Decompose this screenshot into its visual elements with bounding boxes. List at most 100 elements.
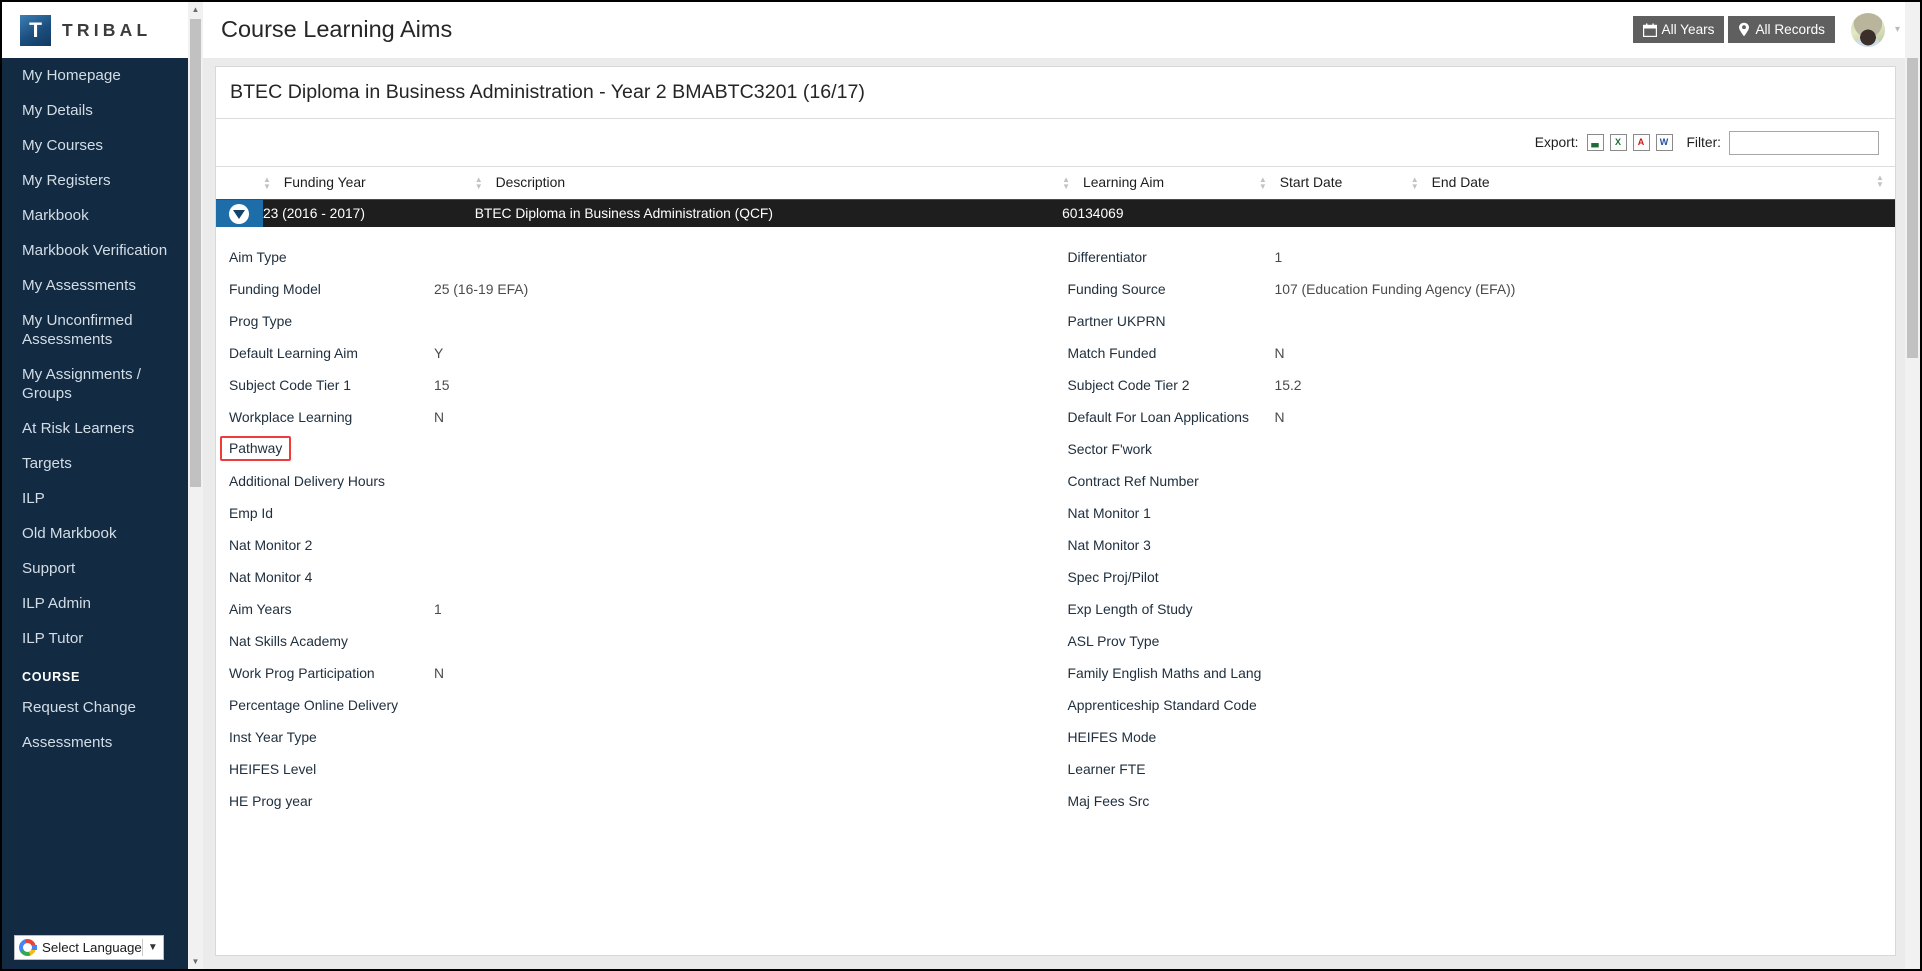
sidebar-item-my-unconfirmed-assessments[interactable]: My Unconfirmed Assessments xyxy=(2,303,188,357)
all-years-button[interactable]: All Years xyxy=(1632,16,1725,43)
sidebar-item-old-markbook[interactable]: Old Markbook xyxy=(2,516,188,551)
main-scrollbar-thumb[interactable] xyxy=(1907,58,1918,358)
detail-field-value: N xyxy=(434,408,445,425)
detail-field-label: Partner UKPRN xyxy=(1067,312,1166,329)
detail-field-label: Subject Code Tier 2 xyxy=(1067,376,1190,393)
row-expander-cell[interactable] xyxy=(216,199,263,227)
all-records-button[interactable]: All Records xyxy=(1728,16,1835,43)
sidebar-scrollbar-thumb[interactable] xyxy=(190,19,201,487)
detail-column-left: Aim Type Funding Model 25 (16-19 EFA) Prog … xyxy=(216,241,1056,817)
detail-field-label: Default Learning Aim xyxy=(229,344,358,361)
sort-icon[interactable]: ▲ ▼ xyxy=(1062,176,1073,191)
map-pin-icon xyxy=(1739,22,1750,37)
detail-field-label: HEIFES Mode xyxy=(1067,728,1157,745)
detail-field-value: 25 (16-19 EFA) xyxy=(434,280,529,297)
detail-field-label: Nat Skills Academy xyxy=(229,632,348,649)
sidebar-item-my-homepage[interactable]: My Homepage xyxy=(2,58,188,93)
detail-field: Inst Year Type xyxy=(216,721,1056,753)
column-label: Start Date xyxy=(1279,174,1343,190)
sidebar: T TRIBAL My Homepage My Details My Courses… xyxy=(2,2,188,969)
chevron-down-icon[interactable]: ▾ xyxy=(1895,24,1900,35)
sidebar-course-list: Request Change Assessments xyxy=(2,690,188,760)
detail-field: Funding Model 25 (16-19 EFA) xyxy=(216,273,1056,305)
scroll-up-arrow-icon[interactable]: ▲ xyxy=(188,2,203,17)
detail-field: Funding Source 107 (Education Funding Age… xyxy=(1056,273,1896,305)
sidebar-item-label: My Details xyxy=(22,102,93,119)
sidebar-scrollbar[interactable]: ▲ ▼ xyxy=(188,2,203,969)
detail-field-label: Learner FTE xyxy=(1067,760,1146,777)
sidebar-item-assessments[interactable]: Assessments xyxy=(2,725,188,760)
sidebar-item-my-details[interactable]: My Details xyxy=(2,93,188,128)
export-excel-icon[interactable]: X xyxy=(1609,134,1627,151)
sidebar-item-label: Markbook Verification xyxy=(22,242,168,259)
filter-input[interactable] xyxy=(1729,130,1879,155)
row-detail-panel: Aim Type Funding Model 25 (16-19 EFA) Prog … xyxy=(216,227,1895,825)
column-label: Funding Year xyxy=(283,174,366,190)
column-learning-aim[interactable]: ▲ ▼ Learning Aim xyxy=(1062,165,1259,201)
export-csv-icon[interactable]: ▃ xyxy=(1586,134,1604,151)
detail-field-label: Emp Id xyxy=(229,504,274,521)
sort-icon[interactable]: ▲ ▼ xyxy=(1259,176,1270,191)
detail-field-label: HEIFES Level xyxy=(229,760,317,777)
detail-field-label: Nat Monitor 1 xyxy=(1067,504,1151,521)
sidebar-item-ilp[interactable]: ILP xyxy=(2,481,188,516)
course-title: BTEC Diploma in Business Administration … xyxy=(230,81,865,103)
grid-header: ▲ ▼ Funding Year ▲ ▼ Description ▲ ▼ Learni… xyxy=(216,165,1895,201)
tribal-logo-text: TRIBAL xyxy=(62,19,152,40)
detail-field: Family English Maths and Lang xyxy=(1056,657,1896,689)
detail-field: Additional Delivery Hours xyxy=(216,465,1056,497)
sort-icon[interactable]: ▲ ▼ xyxy=(1876,174,1887,189)
tribal-logo-mark: T xyxy=(20,14,51,46)
detail-field-label: Subject Code Tier 1 xyxy=(229,376,351,393)
cell-description: BTEC Diploma in Business Administration … xyxy=(474,199,1063,227)
sidebar-item-my-courses[interactable]: My Courses xyxy=(2,128,188,163)
table-row[interactable]: 23 (2016 - 2017) BTEC Diploma in Busines… xyxy=(216,199,1895,227)
detail-field: Subject Code Tier 1 15 xyxy=(216,369,1056,401)
sidebar-item-support[interactable]: Support xyxy=(2,551,188,586)
sort-icon[interactable]: ▲ ▼ xyxy=(263,176,274,191)
detail-field: Workplace Learning N xyxy=(216,401,1056,433)
chevron-down-circle-icon[interactable] xyxy=(229,203,250,224)
sidebar-item-label: Targets xyxy=(22,455,72,472)
chevron-down-icon[interactable]: ▼ xyxy=(143,942,163,953)
column-description[interactable]: ▲ ▼ Description xyxy=(474,165,1063,201)
column-start-date[interactable]: ▲ ▼ Start Date xyxy=(1258,165,1411,201)
sidebar-item-ilp-admin[interactable]: ILP Admin xyxy=(2,586,188,621)
avatar[interactable] xyxy=(1850,12,1885,47)
detail-field: Learner FTE xyxy=(1056,753,1896,785)
column-funding-year[interactable]: ▲ ▼ Funding Year xyxy=(262,165,475,201)
sidebar-item-my-assignments-groups[interactable]: My Assignments / Groups xyxy=(2,357,188,411)
column-label: Learning Aim xyxy=(1082,174,1165,190)
detail-field-label: Sector F'work xyxy=(1067,440,1152,457)
sidebar-item-my-assessments[interactable]: My Assessments xyxy=(2,268,188,303)
sidebar-item-label: My Homepage xyxy=(22,67,121,84)
sidebar-item-at-risk-learners[interactable]: At Risk Learners xyxy=(2,411,188,446)
application-window: T TRIBAL My Homepage My Details My Courses… xyxy=(0,0,1922,971)
sidebar-item-label: My Courses xyxy=(22,137,104,154)
brand-logo[interactable]: T TRIBAL xyxy=(2,2,188,58)
select-language-widget[interactable]: Select Language ▼ xyxy=(14,935,164,960)
detail-field-label: Percentage Online Delivery xyxy=(229,696,399,713)
sidebar-item-markbook[interactable]: Markbook xyxy=(2,198,188,233)
column-end-date[interactable]: ▲ ▼ End Date ▲ ▼ xyxy=(1410,165,1895,201)
detail-field: Maj Fees Src xyxy=(1056,785,1896,817)
cell-learning-aim: 60134069 xyxy=(1062,199,1259,227)
sidebar-item-ilp-tutor[interactable]: ILP Tutor xyxy=(2,621,188,656)
export-pdf-icon[interactable]: A xyxy=(1632,134,1650,151)
detail-field: Match Funded N xyxy=(1056,337,1896,369)
detail-field-value: N xyxy=(1274,408,1285,425)
sidebar-item-label: At Risk Learners xyxy=(22,420,135,437)
scroll-down-arrow-icon[interactable]: ▼ xyxy=(188,954,203,969)
sidebar-item-my-registers[interactable]: My Registers xyxy=(2,163,188,198)
sidebar-item-targets[interactable]: Targets xyxy=(2,446,188,481)
main-scrollbar[interactable] xyxy=(1905,2,1920,969)
detail-field: Spec Proj/Pilot xyxy=(1056,561,1896,593)
sidebar-item-markbook-verification[interactable]: Markbook Verification xyxy=(2,233,188,268)
sidebar-item-label: My Unconfirmed Assessments xyxy=(22,312,133,348)
sidebar-item-request-change[interactable]: Request Change xyxy=(2,690,188,725)
export-word-icon[interactable]: W xyxy=(1655,134,1673,151)
sort-icon[interactable]: ▲ ▼ xyxy=(1411,176,1422,191)
detail-field: Nat Monitor 2 xyxy=(216,529,1056,561)
column-handle xyxy=(216,165,263,201)
sort-icon[interactable]: ▲ ▼ xyxy=(475,176,486,191)
